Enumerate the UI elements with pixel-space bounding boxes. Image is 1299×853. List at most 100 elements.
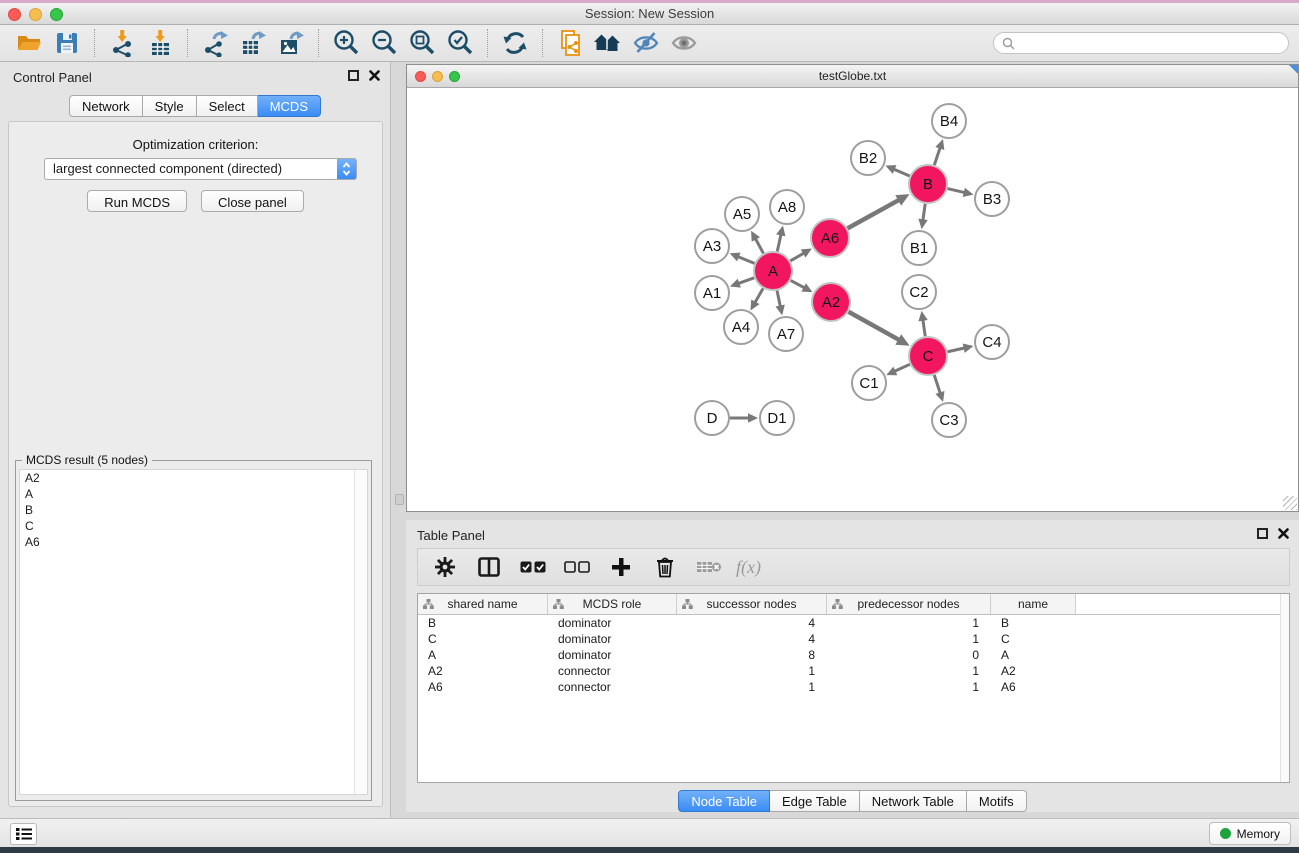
- task-history-button[interactable]: [10, 823, 37, 845]
- import-network-icon[interactable]: [103, 27, 141, 59]
- graph-edge-C-C3[interactable]: [934, 375, 940, 394]
- table-row[interactable]: Cdominator41C: [418, 631, 1289, 647]
- graph-edge-A-A3[interactable]: [737, 256, 755, 263]
- open-session-icon[interactable]: [10, 27, 48, 59]
- close-panel-button[interactable]: [369, 70, 380, 81]
- graph-node-A6[interactable]: A6: [811, 219, 849, 257]
- graph-edge-A6-B[interactable]: [848, 199, 900, 228]
- column-header-successor-nodes[interactable]: successor nodes: [677, 594, 827, 614]
- result-list-scrollbar[interactable]: [354, 470, 367, 794]
- mcds-result-item[interactable]: C: [20, 518, 367, 534]
- tab-network[interactable]: Network: [69, 95, 143, 117]
- import-table-icon[interactable]: [141, 27, 179, 59]
- close-panel-push-button[interactable]: Close panel: [201, 190, 304, 212]
- float-panel-button[interactable]: [348, 70, 359, 81]
- graph-edge-A-A7[interactable]: [777, 291, 781, 308]
- graph-edge-C-C4[interactable]: [948, 348, 966, 352]
- tab-network-table[interactable]: Network Table: [860, 790, 967, 812]
- mcds-result-item[interactable]: B: [20, 502, 367, 518]
- graph-node-C[interactable]: C: [909, 337, 947, 375]
- graph-node-D1[interactable]: D1: [760, 401, 794, 435]
- hide-details-icon[interactable]: [627, 27, 665, 59]
- export-image-icon[interactable]: [272, 27, 310, 59]
- float-panel-button[interactable]: [1257, 528, 1268, 539]
- deselect-all-icon[interactable]: [560, 552, 594, 582]
- graph-edge-A-A5[interactable]: [755, 238, 764, 254]
- table-row[interactable]: Adominator80A: [418, 647, 1289, 663]
- graph-node-B4[interactable]: B4: [932, 104, 966, 138]
- criterion-select[interactable]: largest connected component (directed): [44, 158, 357, 180]
- table-row[interactable]: Bdominator41B: [418, 615, 1289, 631]
- graph-node-A3[interactable]: A3: [695, 229, 729, 263]
- graph-edge-B-B1[interactable]: [923, 204, 925, 221]
- tab-edge-table[interactable]: Edge Table: [770, 790, 860, 812]
- column-header-name[interactable]: name: [991, 594, 1076, 614]
- graph-edge-B-B2[interactable]: [893, 169, 910, 176]
- graph-node-A7[interactable]: A7: [769, 317, 803, 351]
- column-header-shared-name[interactable]: shared name: [418, 594, 548, 614]
- column-view-icon[interactable]: [472, 552, 506, 582]
- graph-node-B[interactable]: B: [909, 165, 947, 203]
- graph-edge-C-C1[interactable]: [894, 364, 910, 371]
- table-scrollbar[interactable]: [1280, 594, 1289, 782]
- export-table-icon[interactable]: [234, 27, 272, 59]
- search-input[interactable]: [1020, 36, 1270, 50]
- home-icon[interactable]: [589, 27, 627, 59]
- graph-edge-A-A4[interactable]: [754, 288, 763, 303]
- splitter-handle-vertical[interactable]: [395, 494, 404, 505]
- add-column-icon[interactable]: [604, 552, 638, 582]
- refresh-icon[interactable]: [496, 27, 534, 59]
- tab-style[interactable]: Style: [143, 95, 197, 117]
- graph-edge-B-B3[interactable]: [947, 189, 965, 193]
- graph-edge-A-A1[interactable]: [737, 278, 754, 284]
- column-header-mcds-role[interactable]: MCDS role: [548, 594, 677, 614]
- graph-node-A1[interactable]: A1: [695, 276, 729, 310]
- tab-select[interactable]: Select: [197, 95, 258, 117]
- search-field[interactable]: [993, 32, 1289, 54]
- close-panel-button[interactable]: [1278, 528, 1289, 539]
- graph-edge-C-C2[interactable]: [923, 319, 925, 336]
- tab-motifs[interactable]: Motifs: [967, 790, 1027, 812]
- show-details-icon[interactable]: [665, 27, 703, 59]
- function-builder-button[interactable]: f(x): [736, 552, 761, 582]
- graph-edge-A2-C[interactable]: [848, 312, 900, 341]
- graph-node-A4[interactable]: A4: [724, 310, 758, 344]
- save-session-icon[interactable]: [48, 27, 86, 59]
- column-header-predecessor-nodes[interactable]: predecessor nodes: [827, 594, 991, 614]
- graph-node-B1[interactable]: B1: [902, 231, 936, 265]
- table-row[interactable]: A2connector11A2: [418, 663, 1289, 679]
- run-mcds-button[interactable]: Run MCDS: [87, 190, 187, 212]
- zoom-out-icon[interactable]: [365, 27, 403, 59]
- graph-node-B2[interactable]: B2: [851, 141, 885, 175]
- mcds-result-item[interactable]: A: [20, 486, 367, 502]
- graph-node-A8[interactable]: A8: [770, 190, 804, 224]
- tab-mcds[interactable]: MCDS: [258, 95, 321, 117]
- mcds-result-item[interactable]: A2: [20, 470, 367, 486]
- select-all-icon[interactable]: [516, 552, 550, 582]
- zoom-in-icon[interactable]: [327, 27, 365, 59]
- network-window-titlebar[interactable]: testGlobe.txt: [407, 65, 1298, 88]
- graph-edge-A-A8[interactable]: [777, 233, 781, 251]
- table-row[interactable]: A6connector11A6: [418, 679, 1289, 695]
- graph-node-B3[interactable]: B3: [975, 182, 1009, 216]
- graph-node-C1[interactable]: C1: [852, 366, 886, 400]
- zoom-selected-icon[interactable]: [441, 27, 479, 59]
- settings-gear-icon[interactable]: [428, 552, 462, 582]
- network-canvas[interactable]: A A1 A2 A3 A4 A5 A6 A7 A8 B B1 B2 B3 B4 C C1 C2 C3 C4 D D1: [407, 88, 1298, 511]
- delete-table-icon[interactable]: [692, 552, 726, 582]
- resize-grip-icon[interactable]: [1283, 496, 1297, 510]
- memory-button[interactable]: Memory: [1209, 822, 1291, 845]
- graph-node-A[interactable]: A: [754, 252, 792, 290]
- graph-node-D[interactable]: D: [695, 401, 729, 435]
- graph-edge-B-B4[interactable]: [934, 147, 940, 165]
- graph-node-C3[interactable]: C3: [932, 403, 966, 437]
- zoom-fit-icon[interactable]: [403, 27, 441, 59]
- graph-node-C4[interactable]: C4: [975, 325, 1009, 359]
- export-network-icon[interactable]: [196, 27, 234, 59]
- graph-edge-A-A6[interactable]: [790, 253, 805, 261]
- graph-node-A5[interactable]: A5: [725, 197, 759, 231]
- delete-column-trash-icon[interactable]: [648, 552, 682, 582]
- network-from-file-icon[interactable]: [551, 27, 589, 59]
- graph-node-C2[interactable]: C2: [902, 275, 936, 309]
- graph-node-A2[interactable]: A2: [812, 283, 850, 321]
